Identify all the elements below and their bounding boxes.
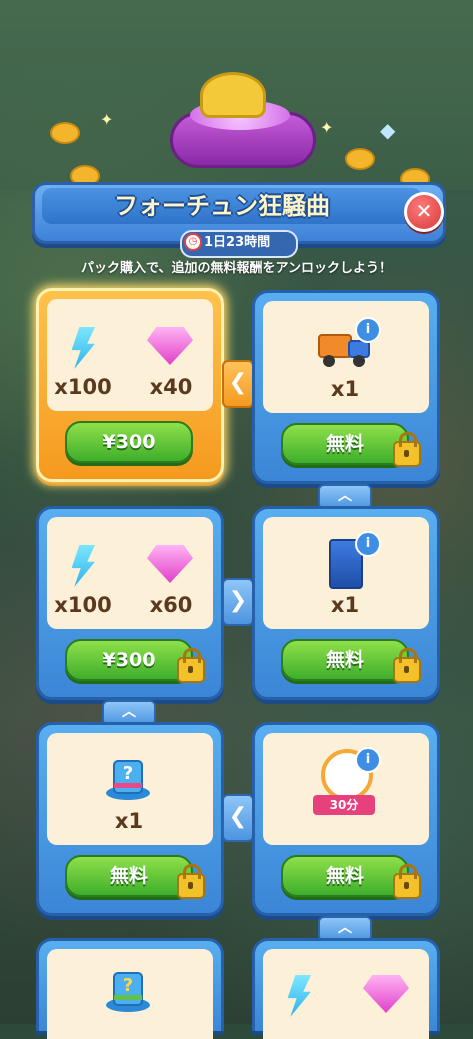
claim-button[interactable]: 無料 (281, 855, 409, 897)
duration-ribbon: 30分 (313, 795, 375, 815)
svg-text:?: ? (123, 763, 133, 784)
offer-card-3[interactable]: x100 x60 ¥300 (36, 506, 224, 700)
chevron-left-icon: ❮ (222, 794, 254, 842)
event-title: フォーチュン狂騒曲 (114, 192, 330, 220)
item-quantity: x60 (149, 593, 193, 617)
offer-card-4[interactable]: i x1 無料 (252, 506, 440, 700)
event-subtitle: パック購入で、追加の無料報酬をアンロックしよう！ (81, 261, 392, 276)
lock-icon (177, 864, 205, 899)
crystal-icon: ◆ (380, 118, 396, 142)
svg-text:?: ? (123, 975, 133, 996)
lock-icon (177, 648, 205, 683)
offer-card-1[interactable]: x100 x40 ¥300 (36, 288, 224, 482)
mystery-hat-icon: ? (106, 972, 150, 1012)
offer-card-7[interactable]: ? (36, 938, 224, 1039)
item-quantity: x1 (114, 809, 144, 833)
mystery-hat-icon: ? (106, 760, 150, 800)
clock-icon: ◷ (184, 233, 202, 251)
item-quantity: x1 (330, 377, 360, 401)
sparkle-icon: ✦ (100, 110, 114, 129)
item-quantity: x1 (330, 593, 360, 617)
item-quantity: x100 (54, 593, 112, 617)
lock-icon (393, 432, 421, 467)
info-icon[interactable]: i (355, 747, 381, 773)
info-icon[interactable]: i (355, 317, 381, 343)
offer-card-6[interactable]: 30分 i 無料 (252, 722, 440, 916)
item-quantity: x40 (149, 375, 193, 399)
item-quantity: x100 (54, 375, 112, 399)
buy-button[interactable]: ¥300 (65, 639, 193, 681)
gift-bow (200, 72, 266, 118)
claim-button[interactable]: 無料 (281, 423, 409, 465)
claim-button[interactable]: 無料 (65, 855, 193, 897)
sparkle-icon: ✦ (320, 118, 334, 137)
lock-icon (393, 864, 421, 899)
buy-button[interactable]: ¥300 (65, 421, 193, 463)
info-icon[interactable]: i (355, 531, 381, 557)
gift-box-illustration (130, 72, 340, 182)
coin-icon (345, 148, 375, 170)
offer-card-2[interactable]: i x1 無料 (252, 290, 440, 484)
coin-icon (50, 122, 80, 144)
close-button[interactable]: ✕ (404, 192, 444, 232)
offer-card-8[interactable] (252, 938, 440, 1039)
lock-icon (393, 648, 421, 683)
chevron-left-icon: ❮ (222, 360, 254, 408)
offer-card-5[interactable]: ? x1 無料 (36, 722, 224, 916)
claim-button[interactable]: 無料 (281, 639, 409, 681)
chevron-right-icon: ❯ (222, 578, 254, 626)
timer-text: 1日23時間 (204, 235, 271, 250)
card-panel (263, 949, 429, 1039)
